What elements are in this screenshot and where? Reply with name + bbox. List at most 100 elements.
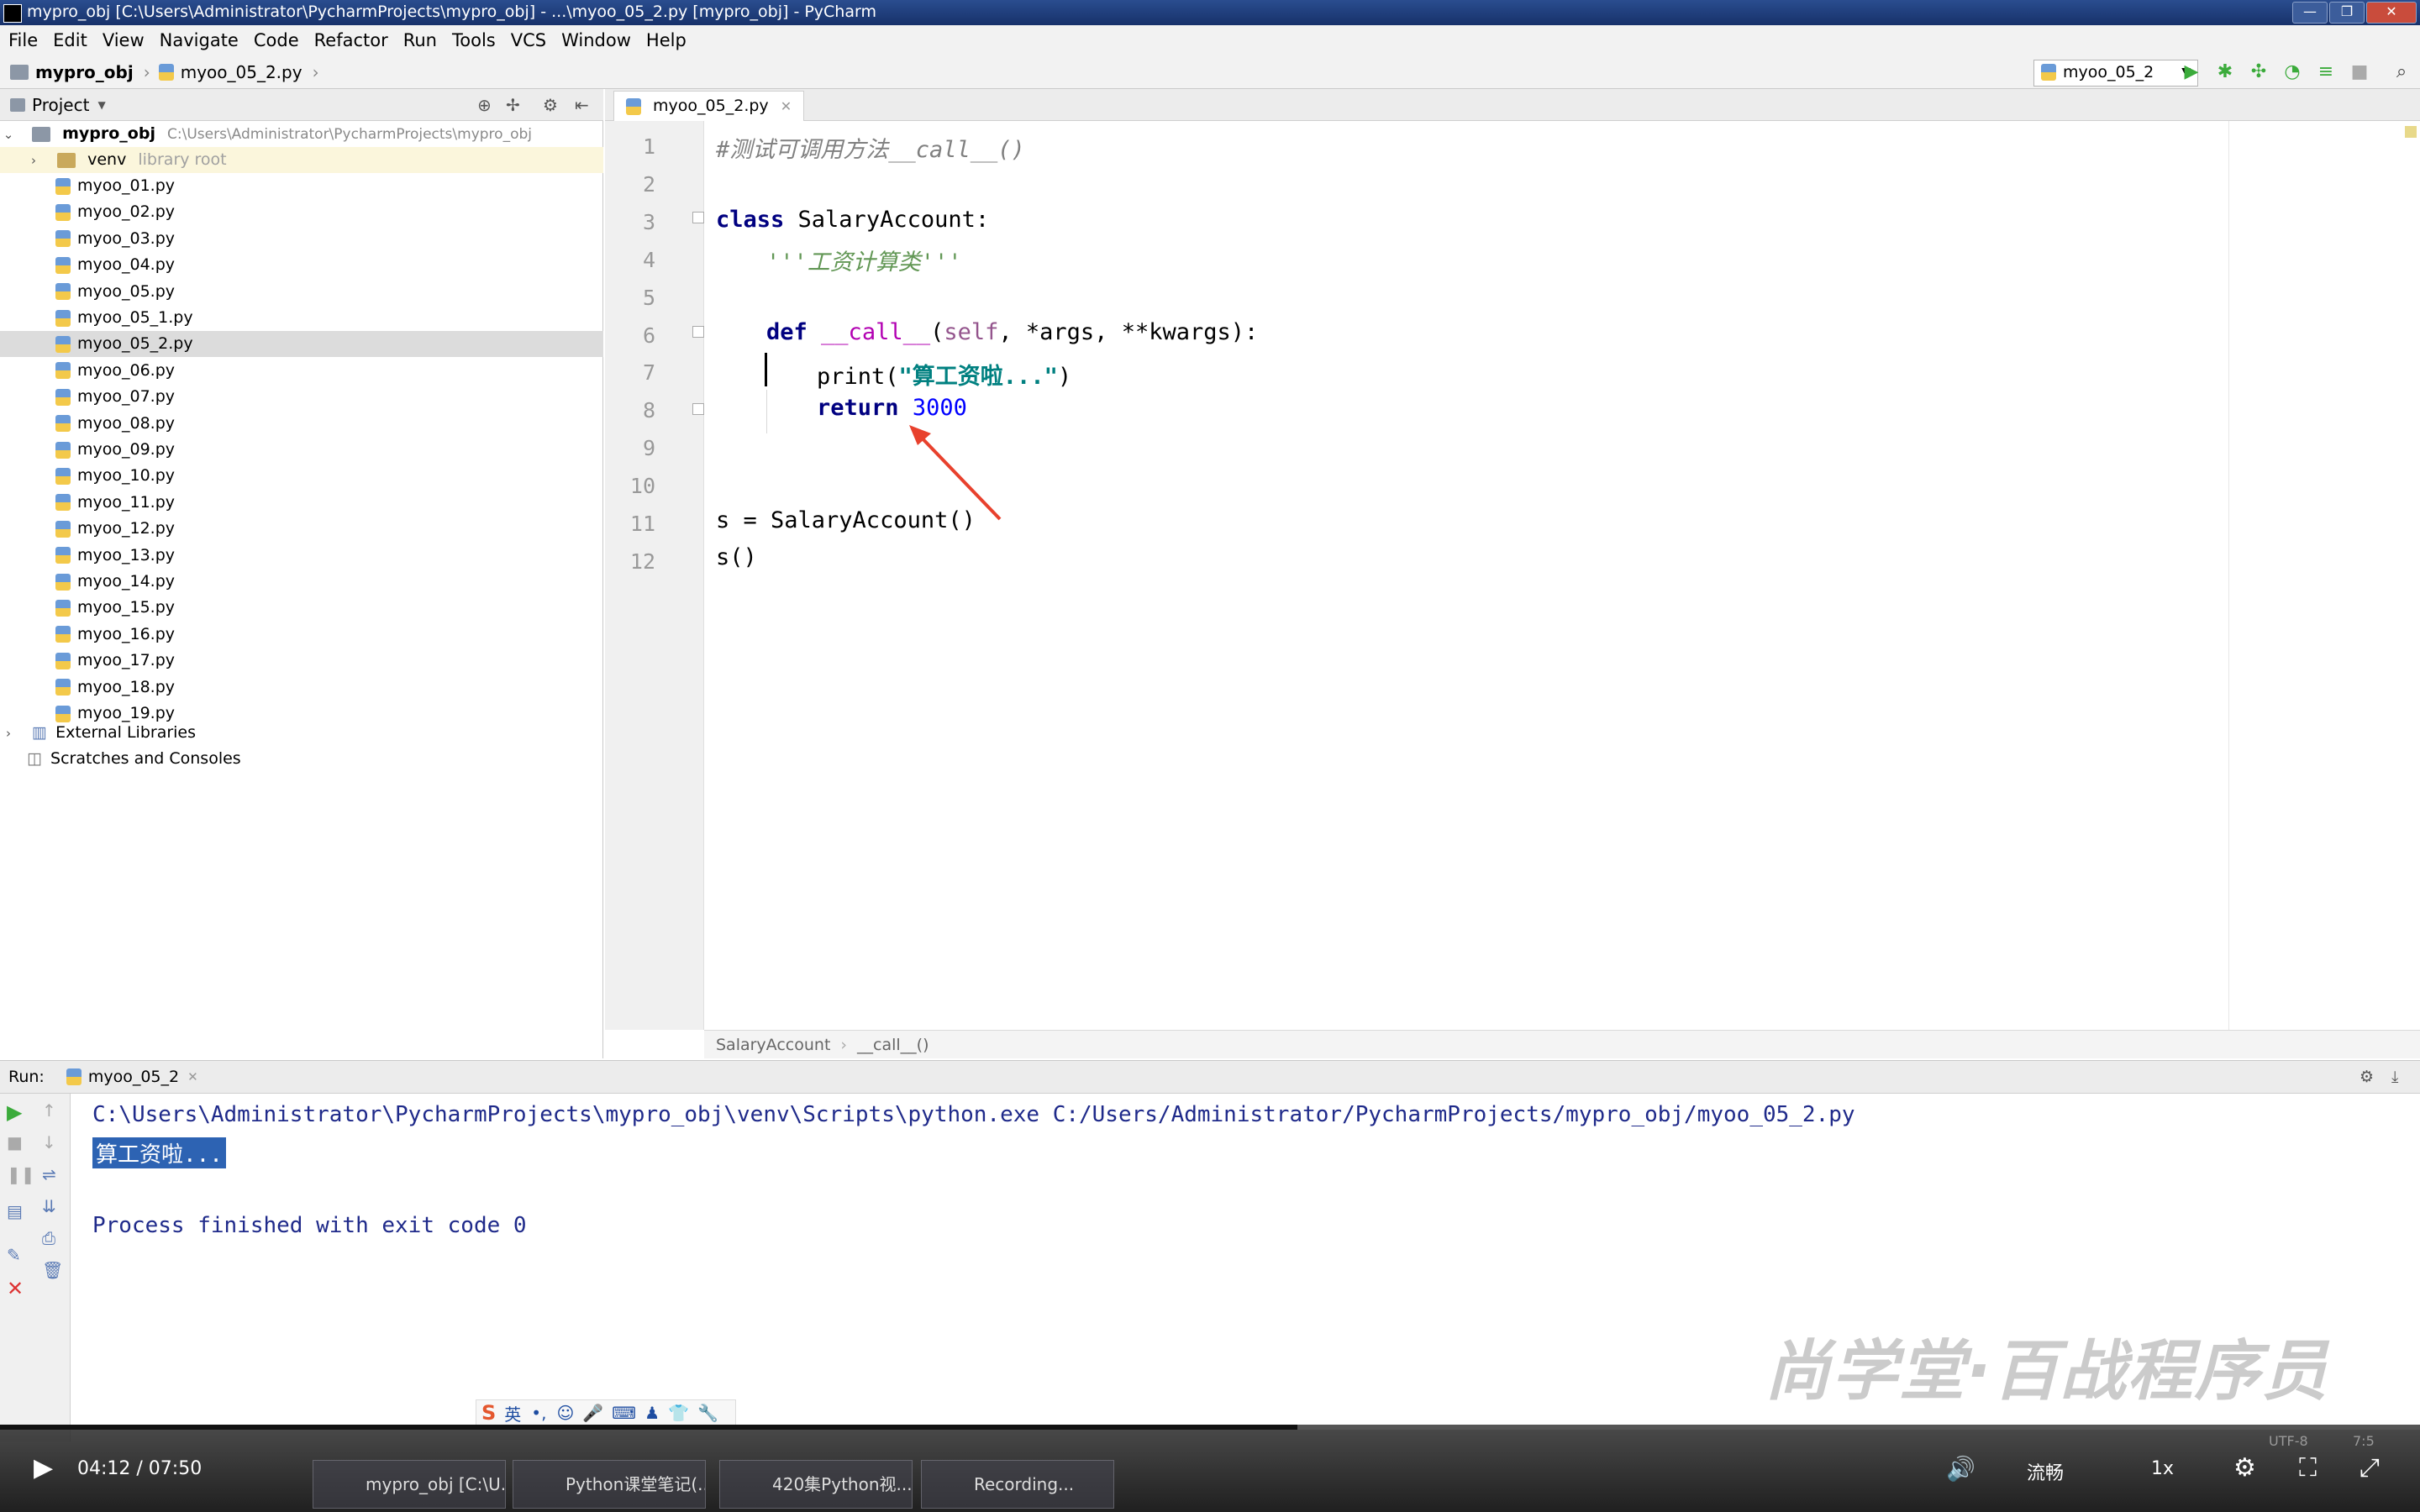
speed-button[interactable]: 1x: [2151, 1458, 2174, 1479]
menu-refactor[interactable]: Refactor: [314, 30, 388, 50]
tree-root[interactable]: ⌄ mypro_obj C:\Users\Administrator\Pycha…: [0, 121, 603, 147]
keyboard-icon[interactable]: ⌨: [612, 1403, 636, 1423]
tree-file-item[interactable]: myoo_17.py: [0, 648, 603, 674]
editor-tab-myoo-05-2[interactable]: myoo_05_2.py ✕: [613, 91, 805, 122]
maximize-button[interactable]: ❐: [2329, 2, 2365, 24]
fold-icon[interactable]: [692, 212, 704, 223]
breadcrumb-class[interactable]: SalaryAccount: [716, 1036, 830, 1054]
tree-file-item[interactable]: myoo_05.py: [0, 279, 603, 305]
user-icon[interactable]: ♟: [644, 1403, 660, 1423]
tree-file-item[interactable]: myoo_08.py: [0, 411, 603, 437]
tree-file-item[interactable]: myoo_13.py: [0, 543, 603, 569]
menu-navigate[interactable]: Navigate: [160, 30, 239, 50]
collapse-icon[interactable]: ✢: [506, 95, 520, 115]
tree-file-item[interactable]: myoo_04.py: [0, 252, 603, 278]
taskbar-item-video[interactable]: 420集Python视...: [719, 1460, 913, 1509]
build-icon[interactable]: ≡: [2316, 62, 2336, 82]
menu-help[interactable]: Help: [646, 30, 687, 50]
pin-icon[interactable]: ✎: [7, 1245, 21, 1265]
tree-venv[interactable]: › venv library root: [0, 147, 603, 173]
tree-file-item[interactable]: myoo_11.py: [0, 490, 603, 516]
locate-icon[interactable]: ⊕: [477, 95, 492, 115]
tree-file-item[interactable]: myoo_03.py: [0, 226, 603, 252]
close-icon[interactable]: ✕: [7, 1277, 24, 1300]
run-icon[interactable]: ▶: [2181, 62, 2202, 82]
quality-button[interactable]: 流畅: [2027, 1458, 2064, 1485]
gear-icon[interactable]: ⚙: [2233, 1453, 2256, 1483]
print-icon[interactable]: ⎙: [42, 1228, 55, 1248]
tree-file-item[interactable]: myoo_15.py: [0, 595, 603, 621]
menu-tools[interactable]: Tools: [452, 30, 496, 50]
arrow-down-icon[interactable]: ↓: [42, 1132, 56, 1152]
gear-icon[interactable]: ⚙: [543, 95, 558, 115]
taskbar-item-pycharm[interactable]: mypro_obj [C:\U...: [313, 1460, 506, 1509]
nav-crumb-project[interactable]: mypro_obj: [35, 62, 134, 82]
stop-icon[interactable]: ■: [2349, 62, 2370, 82]
skin-icon[interactable]: 👕: [668, 1403, 689, 1423]
search-icon[interactable]: ⌕: [2391, 62, 2412, 82]
trash-icon[interactable]: 🗑: [42, 1260, 63, 1280]
menu-file[interactable]: File: [8, 30, 38, 50]
play-icon[interactable]: ▶: [34, 1453, 53, 1483]
rerun-icon[interactable]: ▶: [7, 1100, 22, 1124]
tree-file-item[interactable]: myoo_16.py: [0, 622, 603, 648]
chevron-down-icon[interactable]: ⌄: [0, 122, 17, 148]
tree-file-item[interactable]: myoo_05_1.py: [0, 305, 603, 331]
menu-vcs[interactable]: VCS: [511, 30, 546, 50]
coverage-icon[interactable]: ✣: [2249, 62, 2269, 82]
menu-edit[interactable]: Edit: [53, 30, 87, 50]
scroll-to-end-icon[interactable]: ⇊: [42, 1196, 56, 1216]
inspection-indicator-icon[interactable]: [2405, 126, 2417, 138]
tree-external-libraries[interactable]: › ▥ External Libraries: [0, 720, 603, 746]
taskbar-item-notes[interactable]: Python课堂笔记(...: [513, 1460, 706, 1509]
tree-file-item[interactable]: myoo_10.py: [0, 463, 603, 489]
punctuation-icon[interactable]: •,: [531, 1403, 546, 1423]
web-fullscreen-icon[interactable]: ⛶: [2299, 1453, 2317, 1483]
tree-file-item[interactable]: myoo_02.py: [0, 199, 603, 225]
pause-icon[interactable]: ❚❚: [7, 1164, 35, 1184]
run-config-select[interactable]: myoo_05_2 ▼: [2033, 60, 2198, 87]
tree-file-item[interactable]: myoo_01.py: [0, 173, 603, 199]
tree-file-item[interactable]: myoo_06.py: [0, 358, 603, 384]
wrench-icon[interactable]: 🔧: [697, 1403, 718, 1423]
tree-scratches[interactable]: ◫ Scratches and Consoles: [0, 746, 603, 772]
menu-window[interactable]: Window: [561, 30, 631, 50]
fullscreen-icon[interactable]: ⤢: [2360, 1453, 2380, 1483]
ime-toolbar[interactable]: S 英 •, ☺ 🎤 ⌨ ♟ 👕 🔧: [476, 1399, 736, 1426]
menu-run[interactable]: Run: [403, 30, 437, 50]
stop-icon[interactable]: ■: [7, 1132, 23, 1152]
volume-icon[interactable]: 🔊: [1946, 1455, 1975, 1483]
tree-file-item[interactable]: myoo_05_2.py: [0, 331, 603, 358]
soft-wrap-icon[interactable]: ⇌: [42, 1164, 56, 1184]
taskbar-item-recording[interactable]: Recording...: [921, 1460, 1114, 1509]
project-panel-title[interactable]: Project: [32, 95, 89, 115]
arrow-up-icon[interactable]: ↑: [42, 1100, 56, 1121]
restore-layout-icon[interactable]: ▤: [7, 1201, 23, 1221]
tree-file-item[interactable]: myoo_07.py: [0, 384, 603, 410]
chevron-right-icon[interactable]: ›: [25, 148, 42, 174]
chevron-down-icon[interactable]: ▼: [97, 99, 105, 111]
menu-code[interactable]: Code: [254, 30, 299, 50]
close-icon[interactable]: ✕: [781, 98, 792, 114]
nav-crumb-file[interactable]: myoo_05_2.py: [181, 62, 302, 82]
fold-icon[interactable]: [692, 326, 704, 338]
ime-mode-label[interactable]: 英: [504, 1401, 521, 1425]
tree-file-item[interactable]: myoo_18.py: [0, 675, 603, 701]
menu-view[interactable]: View: [103, 30, 145, 50]
profile-icon[interactable]: ◔: [2282, 62, 2302, 82]
debug-icon[interactable]: ✱: [2215, 62, 2235, 82]
emoji-icon[interactable]: ☺: [556, 1403, 574, 1423]
code-editor[interactable]: #测试可调用方法__call__() class SalaryAccount: …: [704, 121, 2420, 1030]
close-icon[interactable]: ✕: [187, 1069, 198, 1084]
breadcrumb-method[interactable]: __call__(): [857, 1036, 929, 1054]
minimize-button[interactable]: —: [2292, 2, 2328, 24]
fold-icon[interactable]: [692, 403, 704, 415]
gear-icon[interactable]: ⚙: [2360, 1068, 2374, 1086]
close-window-button[interactable]: ✕: [2366, 2, 2417, 24]
hide-panel-icon[interactable]: ⇤: [575, 95, 589, 115]
run-tab-label[interactable]: myoo_05_2: [88, 1068, 179, 1086]
tree-file-item[interactable]: myoo_12.py: [0, 516, 603, 542]
tree-file-item[interactable]: myoo_14.py: [0, 569, 603, 595]
microphone-icon[interactable]: 🎤: [582, 1403, 603, 1423]
chevron-right-icon[interactable]: ›: [0, 721, 17, 747]
